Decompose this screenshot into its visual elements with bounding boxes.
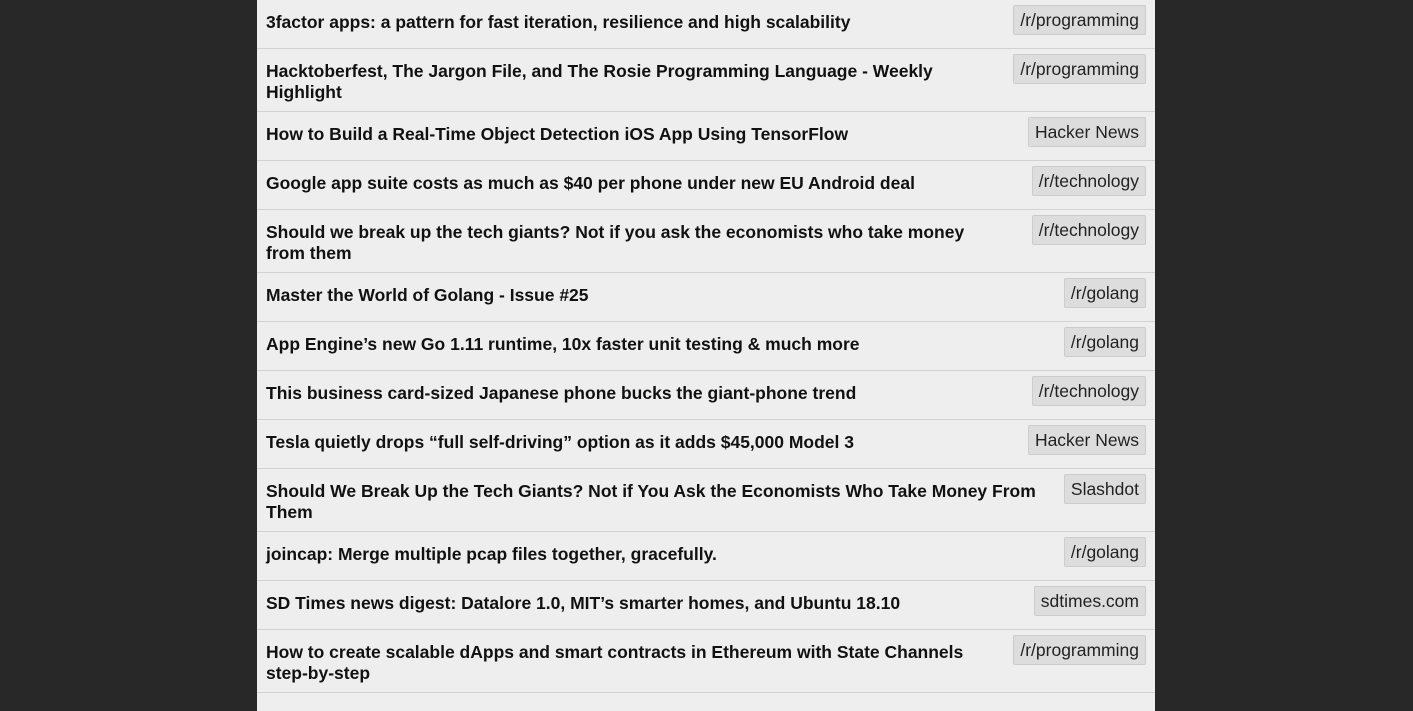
news-item-title[interactable]: Tesla quietly drops “full self-driving” …	[266, 432, 1058, 453]
news-item-source-tag[interactable]: /r/golang	[1063, 327, 1146, 357]
news-feed-list: 3factor apps: a pattern for fast iterati…	[257, 0, 1155, 711]
news-item-source-tag[interactable]: sdtimes.com	[1033, 586, 1146, 616]
news-item-title[interactable]: Hacktoberfest, The Jargon File, and The …	[266, 61, 981, 103]
news-item: How to Build a Real-Time Object Detectio…	[257, 112, 1155, 161]
news-item-title[interactable]: How to Build a Real-Time Object Detectio…	[266, 124, 981, 145]
news-item: This business card-sized Japanese phone …	[257, 371, 1155, 420]
news-item: Should We Break Up the Tech Giants? Not …	[257, 469, 1155, 532]
news-item-source-tag[interactable]: /r/technology	[1031, 376, 1146, 406]
news-item: Master the World of Golang - Issue #25 /…	[257, 273, 1155, 322]
news-item-title[interactable]: joincap: Merge multiple pcap files toget…	[266, 544, 1058, 565]
news-item-title[interactable]: How to create scalable dApps and smart c…	[266, 642, 981, 684]
news-item-title[interactable]: 3factor apps: a pattern for fast iterati…	[266, 12, 981, 33]
news-item-source-tag[interactable]: /r/programming	[1013, 54, 1146, 84]
news-item-title[interactable]: Should we break up the tech giants? Not …	[266, 222, 981, 264]
news-item: Google app suite costs as much as $40 pe…	[257, 161, 1155, 210]
news-item-title[interactable]: This business card-sized Japanese phone …	[266, 383, 1058, 404]
news-item: Tesla quietly drops “full self-driving” …	[257, 420, 1155, 469]
news-item: How to create scalable dApps and smart c…	[257, 630, 1155, 693]
news-item: App Engine’s new Go 1.11 runtime, 10x fa…	[257, 322, 1155, 371]
news-item: Should we break up the tech giants? Not …	[257, 210, 1155, 273]
news-item-source-tag[interactable]: Hacker News	[1027, 425, 1146, 455]
news-item-source-tag[interactable]: /r/technology	[1031, 166, 1146, 196]
news-item-source-tag[interactable]: /r/golang	[1063, 537, 1146, 567]
news-item: SD Times news digest: Datalore 1.0, MIT’…	[257, 581, 1155, 630]
news-item-title[interactable]: Master the World of Golang - Issue #25	[266, 285, 1058, 306]
news-item-source-tag[interactable]: /r/golang	[1063, 278, 1146, 308]
news-item: Hacktoberfest, The Jargon File, and The …	[257, 49, 1155, 112]
news-item-title[interactable]: SD Times news digest: Datalore 1.0, MIT’…	[266, 593, 1021, 614]
news-item-source-tag[interactable]: Slashdot	[1063, 474, 1146, 504]
news-item-title[interactable]: Google app suite costs as much as $40 pe…	[266, 173, 981, 194]
news-item-title[interactable]: App Engine’s new Go 1.11 runtime, 10x fa…	[266, 334, 1058, 355]
news-item: 3factor apps: a pattern for fast iterati…	[257, 0, 1155, 49]
news-item-source-tag[interactable]: /r/programming	[1013, 5, 1146, 35]
news-item: joincap: Merge multiple pcap files toget…	[257, 532, 1155, 581]
news-item-source-tag[interactable]: Hacker News	[1027, 117, 1146, 147]
news-item-source-tag[interactable]: /r/programming	[1013, 635, 1146, 665]
news-item-title[interactable]: Should We Break Up the Tech Giants? Not …	[266, 481, 1058, 523]
news-item-source-tag[interactable]: /r/technology	[1031, 215, 1146, 245]
